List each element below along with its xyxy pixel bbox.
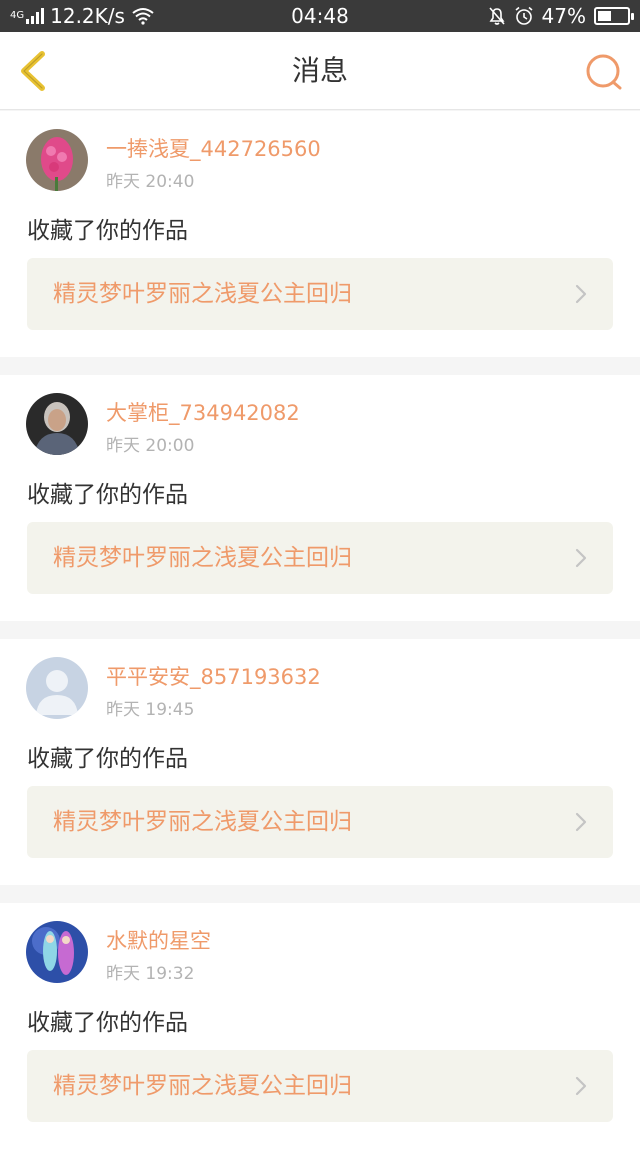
message-action: 收藏了你的作品 — [27, 482, 188, 508]
battery-fill — [598, 11, 612, 21]
username[interactable]: 平平安安_857193632 — [106, 661, 321, 691]
work-title: 精灵梦叶罗丽之浅夏公主回归 — [53, 545, 352, 571]
default-user-avatar[interactable] — [26, 657, 88, 719]
message-time: 昨天 19:45 — [106, 700, 195, 720]
status-bar: 4G 12.2K/s 04:48 47% — [0, 0, 640, 32]
chevron-right-icon — [575, 284, 587, 304]
work-title: 精灵梦叶罗丽之浅夏公主回归 — [53, 1073, 352, 1099]
status-left: 4G 12.2K/s — [10, 0, 155, 32]
username[interactable]: 大掌柜_734942082 — [106, 397, 300, 427]
mute-bell-icon — [488, 7, 505, 25]
username[interactable]: 一捧浅夏_442726560 — [106, 133, 321, 163]
network-type: 4G — [10, 10, 25, 21]
network-speed: 12.2K/s — [50, 4, 125, 28]
chevron-right-icon — [575, 812, 587, 832]
battery-icon — [594, 7, 634, 25]
message-card: 平平安安_857193632 昨天 19:45 收藏了你的作品 精灵梦叶罗丽之浅… — [0, 639, 640, 885]
message-card: 一捧浅夏_442726560 昨天 20:40 收藏了你的作品 精灵梦叶罗丽之浅… — [0, 111, 640, 357]
work-title: 精灵梦叶罗丽之浅夏公主回归 — [53, 809, 352, 835]
page-title: 消息 — [291, 54, 348, 87]
work-link[interactable]: 精灵梦叶罗丽之浅夏公主回归 — [27, 258, 613, 330]
message-time: 昨天 20:00 — [106, 436, 195, 456]
anime-avatar[interactable] — [26, 921, 88, 983]
message-action: 收藏了你的作品 — [27, 218, 188, 244]
message-card: 大掌柜_734942082 昨天 20:00 收藏了你的作品 精灵梦叶罗丽之浅夏… — [0, 375, 640, 621]
message-time: 昨天 19:32 — [106, 964, 195, 984]
chevron-right-icon — [575, 548, 587, 568]
work-title: 精灵梦叶罗丽之浅夏公主回归 — [53, 281, 352, 307]
work-link[interactable]: 精灵梦叶罗丽之浅夏公主回归 — [27, 786, 613, 858]
username[interactable]: 水默的星空 — [106, 925, 211, 955]
message-time: 昨天 20:40 — [106, 172, 195, 192]
work-link[interactable]: 精灵梦叶罗丽之浅夏公主回归 — [27, 522, 613, 594]
work-link[interactable]: 精灵梦叶罗丽之浅夏公主回归 — [27, 1050, 613, 1122]
message-action: 收藏了你的作品 — [27, 746, 188, 772]
alarm-icon — [515, 6, 533, 25]
status-right: 47% — [488, 0, 634, 32]
nav-bar: 消息 — [0, 32, 640, 110]
search-icon[interactable] — [584, 52, 624, 92]
elderly-woman-avatar[interactable] — [26, 393, 88, 455]
message-card: 水默的星空 昨天 19:32 收藏了你的作品 精灵梦叶罗丽之浅夏公主回归 — [0, 903, 640, 1149]
message-action: 收藏了你的作品 — [27, 1010, 188, 1036]
chevron-right-icon — [575, 1076, 587, 1096]
wifi-icon — [132, 8, 154, 25]
signal-icon — [26, 8, 45, 24]
flower-avatar[interactable] — [26, 129, 88, 191]
battery-percent: 47% — [541, 4, 586, 28]
